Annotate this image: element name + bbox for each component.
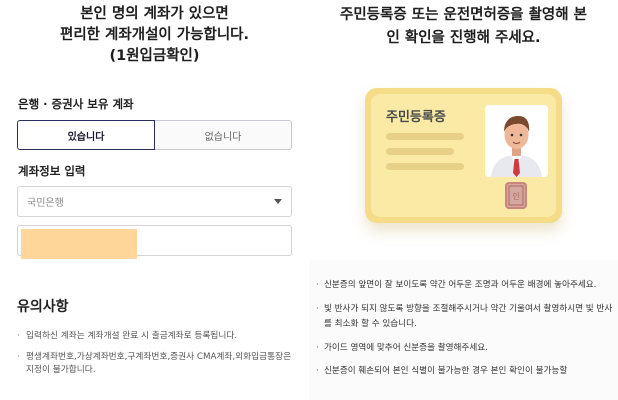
capture-guide-list: 신분증의 앞면이 잘 보이도록 약간 어두운 조명과 어두운 배경에 놓아주세요… bbox=[315, 278, 615, 388]
person-avatar-icon bbox=[485, 105, 548, 177]
guide-item: 가이드 영역에 맞추어 신분증을 촬영해주세요. bbox=[315, 341, 615, 357]
id-card-illustration: 주민등록증 인 bbox=[365, 88, 562, 223]
bank-select[interactable]: 국민은행 bbox=[17, 186, 292, 217]
card-text-line bbox=[386, 133, 464, 140]
guide-item: 신분증이 훼손되어 본인 식별이 불가능한 경우 본인 확인이 불가능할 bbox=[315, 364, 615, 380]
seal-stamp: 인 bbox=[505, 182, 527, 209]
id-title-line-2: 인 확인을 진행해 주세요. bbox=[386, 30, 541, 46]
svg-text:인: 인 bbox=[512, 191, 519, 201]
notice-list: 입력하신 계좌는 계좌개설 완료 시 출금계좌로 등록됩니다. 평생계좌번호,가… bbox=[17, 330, 301, 385]
notice-item: 입력하신 계좌는 계좌개설 완료 시 출금계좌로 등록됩니다. bbox=[17, 330, 301, 343]
id-photo bbox=[485, 105, 548, 177]
card-text-line bbox=[386, 163, 464, 170]
masked-account-number bbox=[21, 229, 137, 259]
id-capture-title: 주민등록증 또는 운전면허증을 촬영해 본 인 확인을 진행해 주세요. bbox=[309, 4, 618, 50]
account-panel-title: 본인 명의 계좌가 있으면 편리한 계좌개설이 가능합니다. (1원입금확인) bbox=[0, 4, 309, 67]
chevron-down-icon bbox=[274, 199, 282, 204]
bank-select-value: 국민은행 bbox=[27, 198, 64, 209]
account-panel: 본인 명의 계좌가 있으면 편리한 계좌개설이 가능합니다. (1원입금확인) … bbox=[0, 0, 309, 400]
title-line-3: (1원입금확인) bbox=[109, 48, 200, 64]
has-account-button[interactable]: 있습니다 bbox=[17, 120, 155, 150]
card-text-line bbox=[386, 148, 454, 155]
account-owned-toggle: 있습니다 없습니다 bbox=[17, 120, 292, 150]
title-line-2: 편리한 계좌개설이 가능합니다. bbox=[59, 27, 250, 43]
notice-item: 평생계좌번호,가상계좌번호,구계좌번호,증권사 CMA계좌,외화입금통장은 지정… bbox=[17, 351, 301, 377]
guide-item: 빛 반사가 되지 않도록 방향을 조절해주시거나 약간 기울여서 촬영하시면 빛… bbox=[315, 302, 615, 333]
notice-title: 유의사항 bbox=[17, 299, 69, 315]
account-owned-label: 은행 · 증권사 보유 계좌 bbox=[18, 97, 134, 111]
account-info-label: 계좌정보 입력 bbox=[18, 164, 86, 178]
id-title-line-1: 주민등록증 또는 운전면허증을 촬영해 본 bbox=[340, 7, 587, 23]
guide-item: 신분증의 앞면이 잘 보이도록 약간 어두운 조명과 어두운 배경에 놓아주세요… bbox=[315, 278, 615, 294]
account-number-input[interactable] bbox=[17, 225, 292, 259]
no-account-button[interactable]: 없습니다 bbox=[155, 120, 292, 150]
id-card-label: 주민등록증 bbox=[386, 110, 446, 125]
id-card: 주민등록증 인 bbox=[365, 88, 562, 223]
title-line-1: 본인 명의 계좌가 있으면 bbox=[80, 6, 229, 22]
